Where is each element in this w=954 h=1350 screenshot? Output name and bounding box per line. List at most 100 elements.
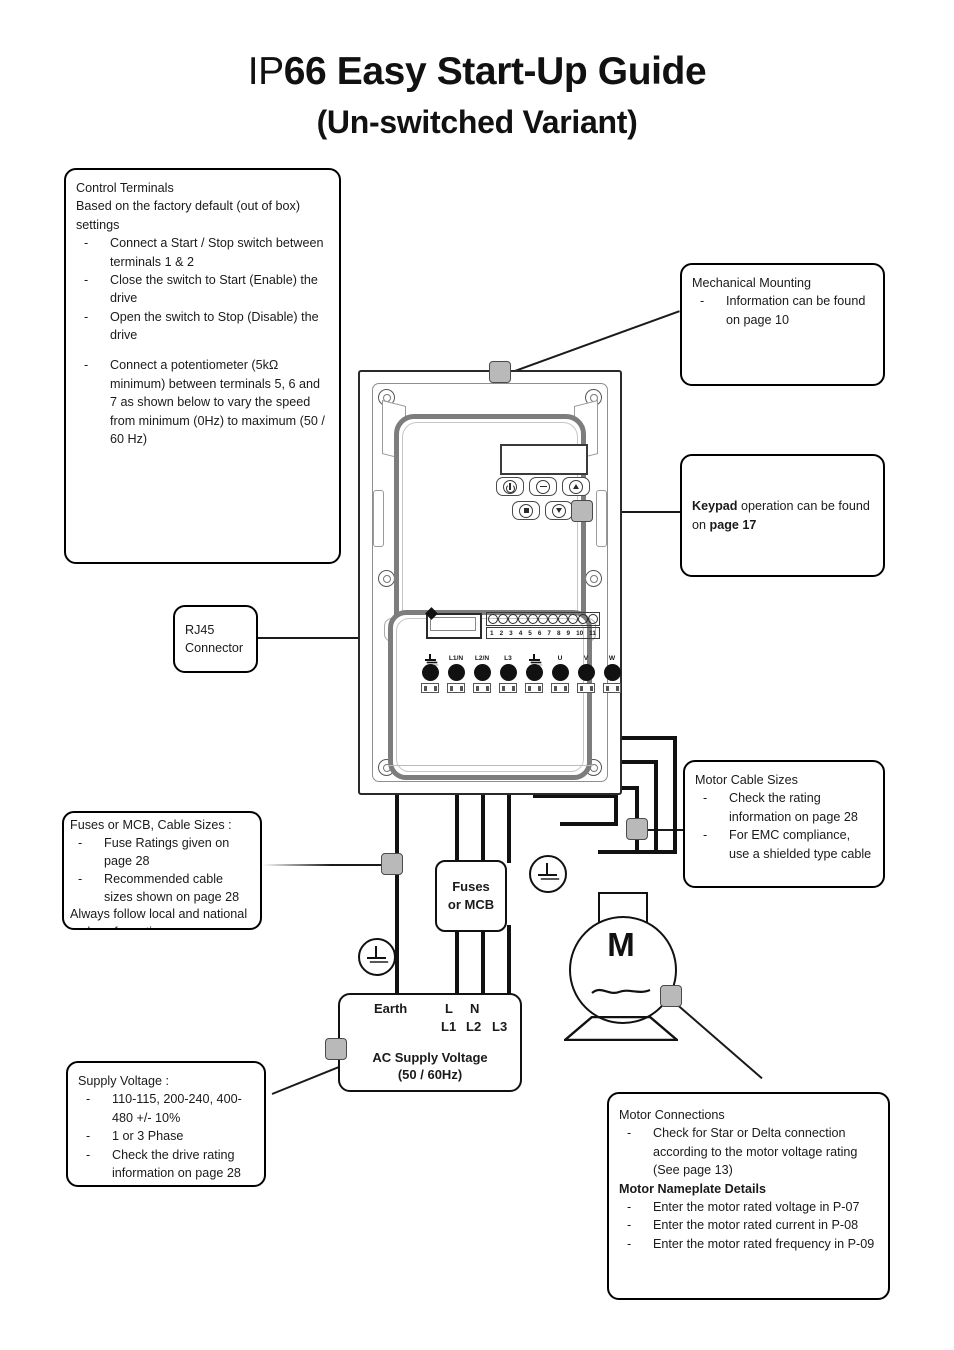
motor-nameplate-bullets: Enter the motor rated voltage in P-07 En… bbox=[619, 1198, 878, 1254]
list-item: Check the drive rating information on pa… bbox=[78, 1146, 254, 1183]
list-item: Enter the motor rated voltage in P-07 bbox=[619, 1198, 878, 1217]
ctrl-num: 7 bbox=[547, 629, 551, 637]
terminal-shoe bbox=[421, 683, 439, 693]
earth-symbol-supply bbox=[358, 938, 396, 976]
control-terminals-bullets-2: Connect a potentiometer (5kΩ minimum) be… bbox=[76, 356, 329, 448]
fuse-box-line-1: Fuses bbox=[452, 879, 490, 895]
motor-connections-bullets: Check for Star or Delta connection accor… bbox=[619, 1124, 878, 1179]
keypad-display bbox=[500, 444, 588, 475]
terminal-dot bbox=[473, 664, 491, 681]
wire-earth-down bbox=[395, 788, 400, 996]
leader-mechanical-mounting bbox=[514, 310, 680, 372]
chevron-up-icon bbox=[569, 479, 583, 494]
ctrl-num: 5 bbox=[528, 629, 532, 637]
side-tab-right bbox=[596, 490, 607, 547]
terminal-hole bbox=[518, 614, 528, 624]
keypad-note-text: Keypad operation can be found on page 17 bbox=[692, 497, 873, 534]
terminal-shoe bbox=[525, 683, 543, 693]
earth-icon bbox=[424, 654, 436, 665]
stop-icon bbox=[519, 503, 533, 518]
list-item: Connect a Start / Stop switch between te… bbox=[76, 234, 329, 271]
ac-earth-label: Earth bbox=[374, 1001, 408, 1016]
control-terminals-heading: Control Terminals bbox=[76, 181, 174, 195]
supply-voltage-bullets: 110-115, 200-240, 400-480 +/- 10% 1 or 3… bbox=[78, 1090, 254, 1182]
motor-nameplate-subheading: Motor Nameplate Details bbox=[619, 1181, 766, 1196]
wire-fuse-l bbox=[455, 925, 460, 997]
fuses-mcb-heading: Fuses or MCB, Cable Sizes : bbox=[70, 818, 232, 832]
list-item: Enter the motor rated frequency in P-09 bbox=[619, 1235, 878, 1254]
terminal-dot bbox=[577, 664, 595, 681]
terminal-dot bbox=[421, 664, 439, 681]
connector-nub-mechanical bbox=[489, 361, 511, 383]
terminal-label: L1/N bbox=[448, 655, 464, 662]
power-icon bbox=[503, 479, 517, 494]
screw-mid-right bbox=[585, 570, 602, 587]
list-item: Check the rating information on page 28 bbox=[695, 789, 873, 826]
callout-mechanical-mounting: Mechanical Mounting Information can be f… bbox=[680, 263, 885, 386]
callout-fuses-mcb: Fuses or MCB, Cable Sizes : Fuse Ratings… bbox=[62, 811, 262, 930]
ctrl-num: 10 bbox=[576, 629, 584, 637]
fuses-or-mcb-box: Fuses or MCB bbox=[435, 860, 507, 932]
terminal-shoe bbox=[577, 683, 595, 693]
connector-nub-motor-cable bbox=[626, 818, 648, 840]
keypad-down-button[interactable] bbox=[545, 501, 573, 520]
power-terminal-earth-in bbox=[420, 654, 440, 693]
terminal-dot bbox=[525, 664, 543, 681]
terminal-hole bbox=[578, 614, 588, 624]
terminal-shoe bbox=[473, 683, 491, 693]
control-terminal-holes bbox=[486, 612, 600, 626]
ac-l-label: L bbox=[445, 1001, 453, 1016]
list-item: Information can be found on page 10 bbox=[692, 292, 873, 329]
ac-l2-label: L2 bbox=[466, 1019, 482, 1034]
wire-motor-earth-h2 bbox=[560, 822, 618, 827]
list-item: 1 or 3 Phase bbox=[78, 1127, 254, 1146]
terminal-hole bbox=[508, 614, 518, 624]
list-item: Check for Star or Delta connection accor… bbox=[619, 1124, 878, 1179]
terminal-hole bbox=[568, 614, 578, 624]
control-terminal-strip: 1 2 3 4 5 6 7 8 9 10 11 bbox=[486, 612, 600, 650]
ac-l1-label: L1 bbox=[441, 1019, 457, 1034]
earth-symbol-motor bbox=[529, 855, 567, 893]
ctrl-num: 4 bbox=[518, 629, 523, 637]
terminal-hole bbox=[548, 614, 558, 624]
list-item: Fuse Ratings given on page 28 bbox=[70, 835, 254, 871]
terminal-shoe bbox=[499, 683, 517, 693]
ac-n-label: N bbox=[470, 1001, 480, 1016]
terminal-hole bbox=[498, 614, 508, 624]
rj45-line-1: RJ45 bbox=[185, 622, 215, 637]
terminal-label bbox=[420, 654, 440, 663]
terminal-label: V bbox=[583, 655, 589, 662]
keypad-stop-reset-button[interactable] bbox=[512, 501, 540, 520]
terminal-hole bbox=[488, 614, 498, 624]
motor-ac-wave-icon bbox=[591, 988, 651, 994]
power-terminal-l3: L3 bbox=[498, 654, 518, 693]
motor-cable-sizes-bullets: Check the rating information on page 28 … bbox=[695, 789, 873, 863]
keypad-navigate-button[interactable] bbox=[529, 477, 557, 496]
keypad-start-button[interactable] bbox=[496, 477, 524, 496]
terminal-hole bbox=[538, 614, 548, 624]
power-terminal-l2n: L2/N bbox=[472, 654, 492, 693]
title-ip: IP bbox=[247, 50, 284, 93]
list-item: 110-115, 200-240, 400-480 +/- 10% bbox=[78, 1090, 254, 1127]
power-terminal-w: W bbox=[602, 654, 622, 693]
page-title: IP66 Easy Start-Up Guide bbox=[0, 50, 954, 94]
motor-symbol: M bbox=[556, 890, 686, 1045]
drive-bottom-strip bbox=[388, 765, 592, 779]
connector-nub-keypad bbox=[571, 500, 593, 522]
control-terminal-numbers: 1 2 3 4 5 6 7 8 9 10 11 bbox=[486, 627, 600, 639]
ac-supply-row-2: L1 L2 L3 bbox=[340, 1019, 520, 1035]
keypad-up-button[interactable] bbox=[562, 477, 590, 496]
control-terminals-bullets: Connect a Start / Stop switch between te… bbox=[76, 234, 329, 344]
power-terminal-earth-out bbox=[524, 654, 544, 693]
list-item: Recommended cable sizes shown on page 28 bbox=[70, 871, 254, 907]
connector-nub-supply bbox=[325, 1038, 347, 1060]
callout-motor-connections: Motor Connections Check for Star or Delt… bbox=[607, 1092, 890, 1300]
ctrl-num: 1 bbox=[490, 629, 494, 637]
mechanical-mounting-heading: Mechanical Mounting bbox=[692, 276, 812, 290]
power-terminal-row: L1/N L2/N L3 U V W bbox=[410, 654, 621, 706]
terminal-dot bbox=[603, 664, 621, 681]
terminal-dot bbox=[551, 664, 569, 681]
terminal-dot bbox=[499, 664, 517, 681]
terminal-hole bbox=[528, 614, 538, 624]
